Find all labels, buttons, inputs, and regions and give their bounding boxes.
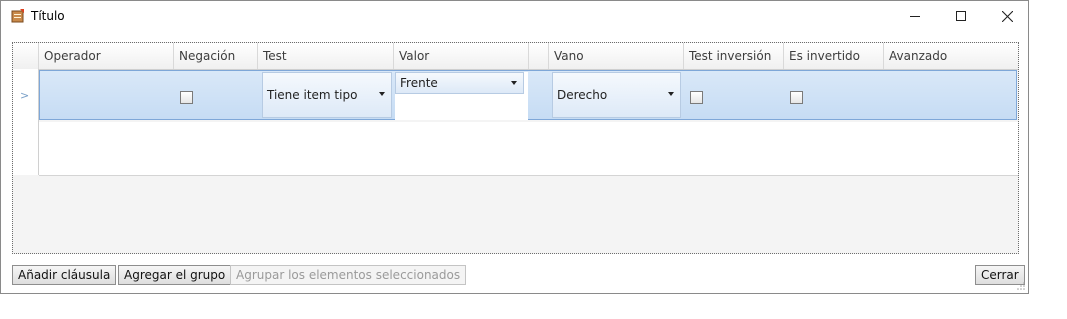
valor-combobox[interactable]: Frente [395, 72, 524, 94]
es-invertido-checkbox[interactable] [790, 91, 803, 104]
test-inversion-checkbox[interactable] [690, 91, 703, 104]
group-selected-button[interactable]: Agrupar los elementos seleccionados [230, 265, 467, 285]
table-row[interactable]: Tiene item tipo Frente Derecho [39, 70, 1017, 120]
column-valor[interactable]: Valor [394, 43, 529, 69]
window-title: Título [31, 9, 65, 23]
column-blank[interactable] [529, 43, 549, 69]
column-test-inversion[interactable]: Test inversión [684, 43, 784, 69]
test-combobox[interactable]: Tiene item tipo [262, 72, 392, 118]
minimize-button[interactable] [892, 1, 938, 31]
negacion-checkbox[interactable] [180, 91, 193, 104]
maximize-icon [956, 11, 966, 21]
resize-grip-icon[interactable] [1016, 281, 1026, 291]
chevron-down-icon [668, 92, 674, 96]
chevron-down-icon [379, 92, 385, 96]
clause-grid[interactable]: Operador Negación Test Valor Vano Test i… [12, 42, 1019, 254]
current-row-indicator-icon: > [20, 89, 30, 102]
new-row-area[interactable] [39, 122, 1018, 176]
close-button[interactable] [984, 1, 1030, 31]
close-icon [1001, 10, 1013, 22]
minimize-icon [910, 16, 920, 17]
document-edit-icon [11, 9, 25, 23]
column-vano[interactable]: Vano [549, 43, 684, 69]
vano-combobox-value: Derecho [557, 88, 608, 102]
title-bar[interactable]: Título [1, 1, 1028, 31]
add-group-button[interactable]: Agregar el grupo [118, 265, 232, 285]
header-corner [13, 43, 39, 69]
column-avanzado[interactable]: Avanzado [884, 43, 1018, 69]
maximize-button[interactable] [938, 1, 984, 31]
valor-combobox-value: Frente [400, 76, 438, 90]
column-test[interactable]: Test [258, 43, 394, 69]
test-combobox-value: Tiene item tipo [267, 88, 358, 102]
column-operador[interactable]: Operador [39, 43, 174, 69]
column-negacion[interactable]: Negación [174, 43, 258, 69]
vano-combobox[interactable]: Derecho [552, 72, 681, 118]
add-clause-button[interactable]: Añadir cláusula [12, 265, 117, 285]
chevron-down-icon [511, 81, 517, 85]
row-header[interactable]: > [13, 69, 39, 175]
grid-header: Operador Negación Test Valor Vano Test i… [13, 43, 1018, 70]
column-es-invertido[interactable]: Es invertido [784, 43, 884, 69]
dialog-window: Título Operador Negación Test Valor Vano… [0, 0, 1029, 294]
valor-cell: Frente [395, 72, 528, 120]
